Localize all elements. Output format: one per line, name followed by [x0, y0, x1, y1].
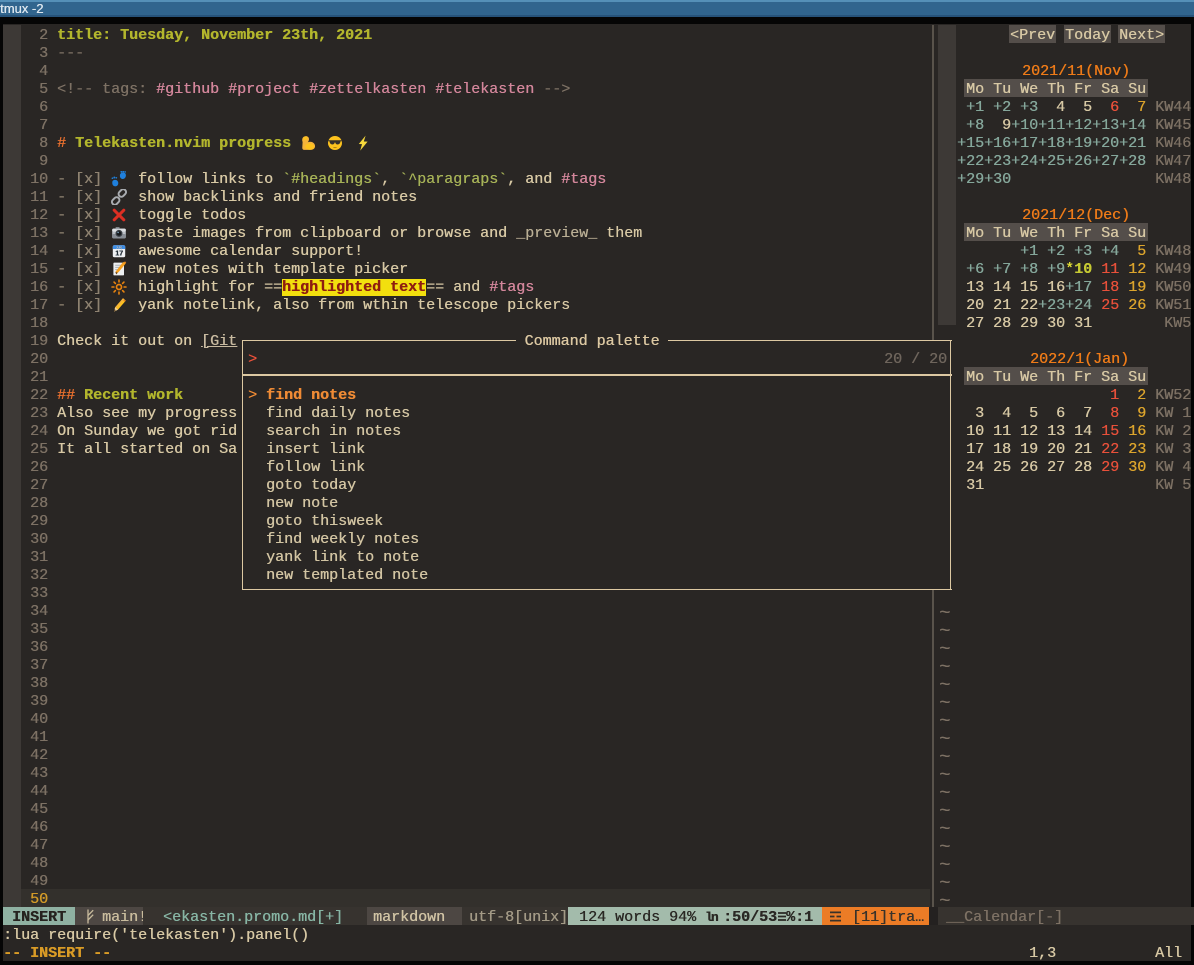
svg-text:July: July [116, 245, 122, 249]
svg-text:17: 17 [115, 251, 123, 258]
